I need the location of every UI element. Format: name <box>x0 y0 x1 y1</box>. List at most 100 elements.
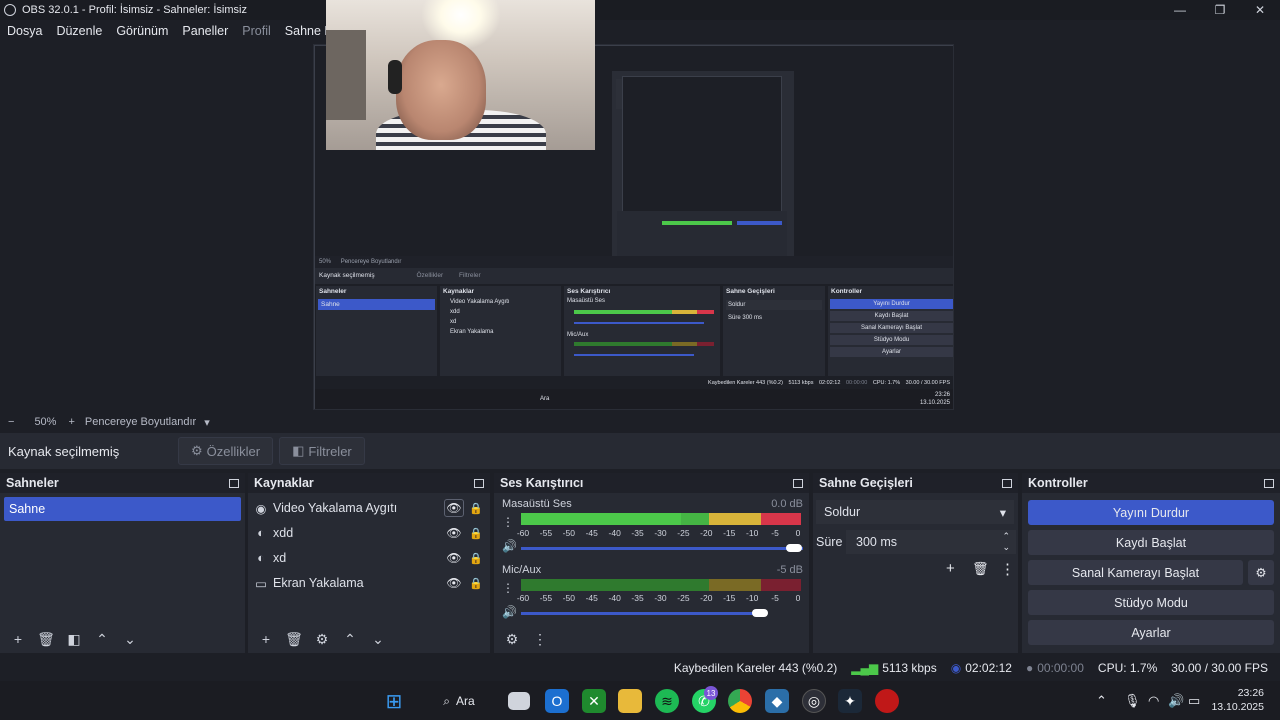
add-source-button[interactable]: + <box>254 627 278 651</box>
microphone-icon[interactable]: 🎙 <box>1124 693 1141 709</box>
controls-title: Kontroller <box>1028 476 1088 490</box>
minimize-button[interactable]: — <box>1160 0 1200 20</box>
visibility-eye-icon[interactable]: 👁 <box>444 574 464 592</box>
meter-tick-label: -50 <box>562 593 575 603</box>
mic-volume-slider[interactable] <box>521 612 761 615</box>
move-down-icon[interactable]: ⌄ <box>118 627 142 651</box>
speaker-icon[interactable]: 🔊 <box>502 605 517 619</box>
settings-button[interactable]: Ayarlar <box>1028 620 1274 645</box>
record-status-icon: ● <box>1025 661 1034 675</box>
undock-icon[interactable] <box>474 478 484 488</box>
gear-icon[interactable]: ⚙ <box>310 627 334 651</box>
add-transition-button[interactable]: + <box>946 560 955 577</box>
battery-icon[interactable]: ▭ <box>1188 693 1200 709</box>
add-scene-button[interactable]: + <box>6 627 30 651</box>
outlook-icon[interactable]: O <box>545 689 569 713</box>
chevron-down-icon[interactable]: ▾ <box>204 416 210 429</box>
speaker-icon[interactable]: 🔊 <box>502 539 517 553</box>
nested-taskbar-search: Ara <box>540 396 550 402</box>
undock-icon[interactable] <box>1002 478 1012 488</box>
source-item[interactable]: ▭ Ekran Yakalama 👁 🔒 <box>254 571 484 595</box>
start-virtual-camera-button[interactable]: Sanal Kamerayı Başlat <box>1028 560 1243 585</box>
nested-no-selection: Kaynak seçilmemiş <box>319 272 375 279</box>
advanced-audio-gear-icon[interactable]: ⚙ <box>500 627 524 651</box>
stop-streaming-button[interactable]: Yayını Durdur <box>1028 500 1274 525</box>
tray-chevron-up-icon[interactable]: ⌃ <box>1096 693 1107 709</box>
studio-mode-button[interactable]: Stüdyo Modu <box>1028 590 1274 615</box>
lock-icon[interactable]: 🔒 <box>468 577 484 590</box>
xbox-icon[interactable]: ✕ <box>582 689 606 713</box>
lock-icon[interactable]: 🔒 <box>468 527 484 540</box>
spotify-icon[interactable]: ≋ <box>655 689 679 713</box>
spin-arrows-icon[interactable]: ⌃ ⌄ <box>1002 531 1010 553</box>
clock[interactable]: 23:26 13.10.2025 <box>1211 686 1264 714</box>
trash-icon[interactable]: 🗑 <box>282 627 306 651</box>
source-item[interactable]: ◉ Video Yakalama Aygıtı 👁 🔒 <box>254 496 484 520</box>
status-bar: Kaybedilen Kareler 443 (%0.2) ▂▄▆ 5113 kb… <box>0 656 1280 680</box>
channel-menu-icon[interactable]: ⋮ <box>502 581 514 595</box>
taskbar-search[interactable]: ⌕ Ara <box>424 688 494 714</box>
menu-file[interactable]: Dosya <box>0 24 49 38</box>
lock-icon[interactable]: 🔒 <box>468 502 484 515</box>
red-app-icon[interactable] <box>875 689 899 713</box>
file-explorer-icon[interactable] <box>618 689 642 713</box>
menu-docks[interactable]: Paneller <box>175 24 235 38</box>
menu-view[interactable]: Görünüm <box>109 24 175 38</box>
volume-icon[interactable]: 🔊 <box>1168 693 1184 709</box>
zoom-out-button[interactable]: − <box>8 416 14 428</box>
meter-tick-label: -50 <box>562 528 575 538</box>
wifi-icon[interactable]: ◠ <box>1148 693 1159 709</box>
scene-filters-icon[interactable]: ◧ <box>62 627 86 651</box>
scene-item[interactable]: Sahne <box>4 497 241 521</box>
close-button[interactable]: ✕ <box>1240 0 1280 20</box>
mic-volume-knob[interactable] <box>752 609 768 617</box>
undock-icon[interactable] <box>793 478 803 488</box>
mic-aux-scale: -60 -55 -50 -45 -40 -35 -30 -25 -20 -15 -10 -5 0 <box>517 593 801 603</box>
menu-profile[interactable]: Profil <box>235 24 277 38</box>
visibility-eye-icon[interactable]: 👁 <box>444 499 464 517</box>
filters-button[interactable]: ◧ Filtreler <box>279 437 365 465</box>
nested-control-3: Stüdyo Modu <box>830 335 953 345</box>
task-view-icon[interactable] <box>508 692 530 710</box>
transition-menu-icon[interactable]: ⋮ <box>1000 560 1015 578</box>
move-up-icon[interactable]: ⌃ <box>338 627 362 651</box>
properties-button[interactable]: ⚙ Özellikler <box>178 437 274 465</box>
app-icon[interactable]: ◆ <box>765 689 789 713</box>
steam-icon[interactable]: ✦ <box>838 689 862 713</box>
chrome-icon[interactable] <box>728 689 752 713</box>
obs-taskbar-icon[interactable]: ◎ <box>802 689 826 713</box>
virtual-camera-gear-icon[interactable]: ⚙ <box>1248 560 1274 585</box>
maximize-button[interactable]: ❐ <box>1200 0 1240 20</box>
zoom-level: 50% <box>34 416 57 428</box>
nested-control-2: Sanal Kamerayı Başlat <box>830 323 953 333</box>
move-up-icon[interactable]: ⌃ <box>90 627 114 651</box>
scenes-title: Sahneler <box>6 476 59 490</box>
move-down-icon[interactable]: ⌄ <box>366 627 390 651</box>
start-recording-button[interactable]: Kaydı Başlat <box>1028 530 1274 555</box>
undock-icon[interactable] <box>1264 478 1274 488</box>
undock-icon[interactable] <box>229 478 239 488</box>
source-item[interactable]: ◐ xdd 👁 🔒 <box>254 521 484 545</box>
desktop-volume-knob[interactable] <box>786 544 802 552</box>
meter-tick-label: -25 <box>677 528 690 538</box>
source-item[interactable]: ◐ xd 👁 🔒 <box>254 546 484 570</box>
channel-menu-icon[interactable]: ⋮ <box>502 515 514 529</box>
nested-zoom: 50% <box>319 259 332 265</box>
mixer-menu-icon[interactable]: ⋮ <box>528 627 552 651</box>
menu-edit[interactable]: Düzenle <box>49 24 109 38</box>
zoom-in-button[interactable]: + <box>68 416 74 428</box>
visibility-eye-icon[interactable]: 👁 <box>444 549 464 567</box>
chevron-down-icon: ▾ <box>999 505 1006 520</box>
nested-properties: Özellikler <box>416 272 444 279</box>
trash-icon[interactable]: 🗑 <box>972 561 989 577</box>
windows-start-icon[interactable]: ⊞ <box>382 689 406 713</box>
duration-input[interactable]: 300 ms ⌃ ⌄ <box>846 530 1016 554</box>
lock-icon[interactable]: 🔒 <box>468 552 484 565</box>
desktop-volume-slider[interactable] <box>521 547 803 550</box>
fit-to-window[interactable]: Pencereye Boyutlandır <box>85 416 196 428</box>
visibility-eye-icon[interactable]: 👁 <box>444 524 464 542</box>
trash-icon[interactable]: 🗑 <box>34 627 58 651</box>
transition-select[interactable]: Soldur ▾ <box>816 500 1014 524</box>
browser-icon: ◐ <box>257 551 265 565</box>
nested-transition: Soldur <box>726 300 822 310</box>
